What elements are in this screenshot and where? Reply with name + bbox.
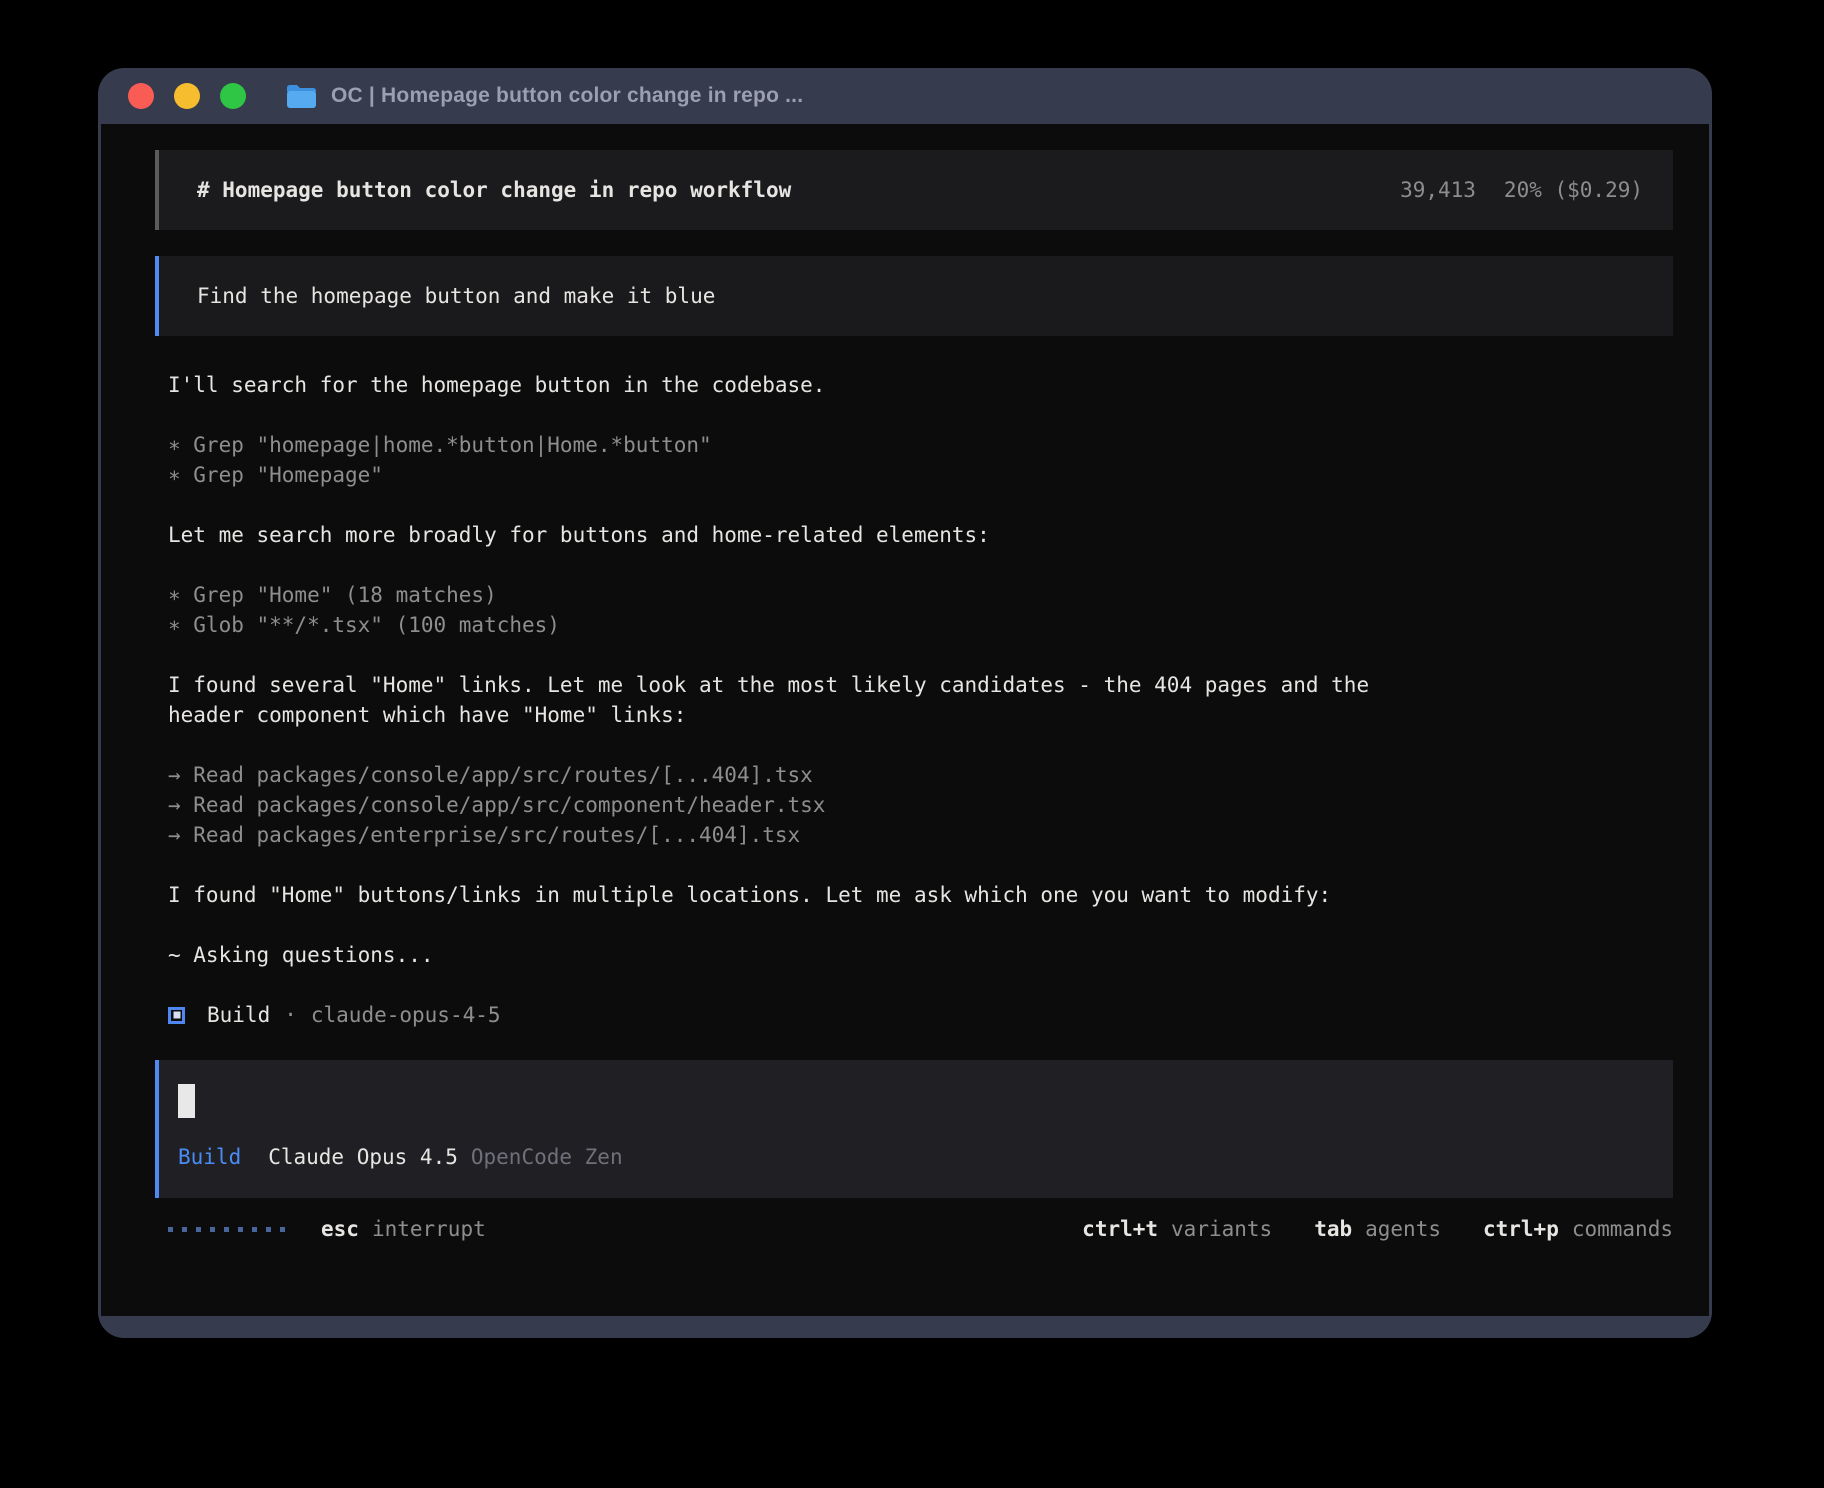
close-button[interactable] [128, 83, 154, 109]
tool-call-read: → Read packages/console/app/src/componen… [168, 790, 1418, 820]
status-bar: esc interrupt ctrl+t variants tab agents… [155, 1214, 1673, 1244]
tool-call-grep: ∗ Grep "Homepage" [168, 460, 1418, 490]
token-count: 39,413 [1400, 175, 1476, 205]
assistant-text: I'll search for the homepage button in t… [168, 370, 1418, 400]
input-footer: Build Claude Opus 4.5 OpenCode Zen [178, 1142, 1643, 1172]
user-message-text: Find the homepage button and make it blu… [197, 284, 715, 308]
agent-status-row: Build · claude-opus-4-5 [168, 1000, 1673, 1030]
shortcut-agents: tab agents [1314, 1214, 1441, 1244]
conversation: I'll search for the homepage button in t… [155, 370, 1673, 1030]
working-status: ~ Asking questions... [168, 940, 1418, 970]
window-titlebar[interactable]: OC | Homepage button color change in rep… [98, 68, 1712, 124]
tool-call-glob: ∗ Glob "**/*.tsx" (100 matches) [168, 610, 1418, 640]
agent-model: claude-opus-4-5 [311, 1000, 501, 1030]
shortcut-hints: ctrl+t variants tab agents ctrl+p comman… [1082, 1214, 1673, 1244]
terminal-window: OC | Homepage button color change in rep… [98, 68, 1712, 1338]
interrupt-key: esc [321, 1214, 359, 1244]
minimize-button[interactable] [174, 83, 200, 109]
folder-icon [286, 84, 317, 109]
session-meta: 39,413 20% ($0.29) [1400, 175, 1643, 205]
user-message: Find the homepage button and make it blu… [155, 256, 1673, 336]
session-header: # Homepage button color change in repo w… [155, 150, 1673, 230]
assistant-text: Let me search more broadly for buttons a… [168, 520, 1418, 550]
shortcut-commands: ctrl+p commands [1483, 1214, 1673, 1244]
traffic-lights [128, 83, 246, 109]
tool-call-grep: ∗ Grep "homepage|home.*button|Home.*butt… [168, 430, 1418, 460]
prompt-input[interactable]: Build Claude Opus 4.5 OpenCode Zen [155, 1060, 1673, 1198]
window-title: OC | Homepage button color change in rep… [331, 84, 803, 108]
zoom-button[interactable] [220, 83, 246, 109]
agent-build-icon [168, 1007, 185, 1024]
interrupt-label: interrupt [372, 1214, 486, 1244]
terminal-content: # Homepage button color change in repo w… [101, 124, 1709, 1316]
context-cost: 20% ($0.29) [1504, 175, 1643, 205]
tool-call-read: → Read packages/enterprise/src/routes/[.… [168, 820, 1418, 850]
input-provider-label: OpenCode Zen [471, 1142, 623, 1172]
assistant-text: I found "Home" buttons/links in multiple… [168, 880, 1418, 910]
separator-dot: · [284, 1000, 297, 1030]
assistant-text: I found several "Home" links. Let me loo… [168, 670, 1418, 730]
session-title: # Homepage button color change in repo w… [197, 175, 791, 205]
agent-name: Build [207, 1000, 270, 1030]
tool-call-grep: ∗ Grep "Home" (18 matches) [168, 580, 1418, 610]
text-cursor [178, 1084, 195, 1118]
shortcut-variants: ctrl+t variants [1082, 1214, 1272, 1244]
window-title-area: OC | Homepage button color change in rep… [286, 84, 803, 109]
input-model-label[interactable]: Claude Opus 4.5 [268, 1142, 458, 1172]
tool-call-read: → Read packages/console/app/src/routes/[… [168, 760, 1418, 790]
spinner-dots [168, 1227, 285, 1232]
input-agent-label[interactable]: Build [178, 1142, 241, 1172]
